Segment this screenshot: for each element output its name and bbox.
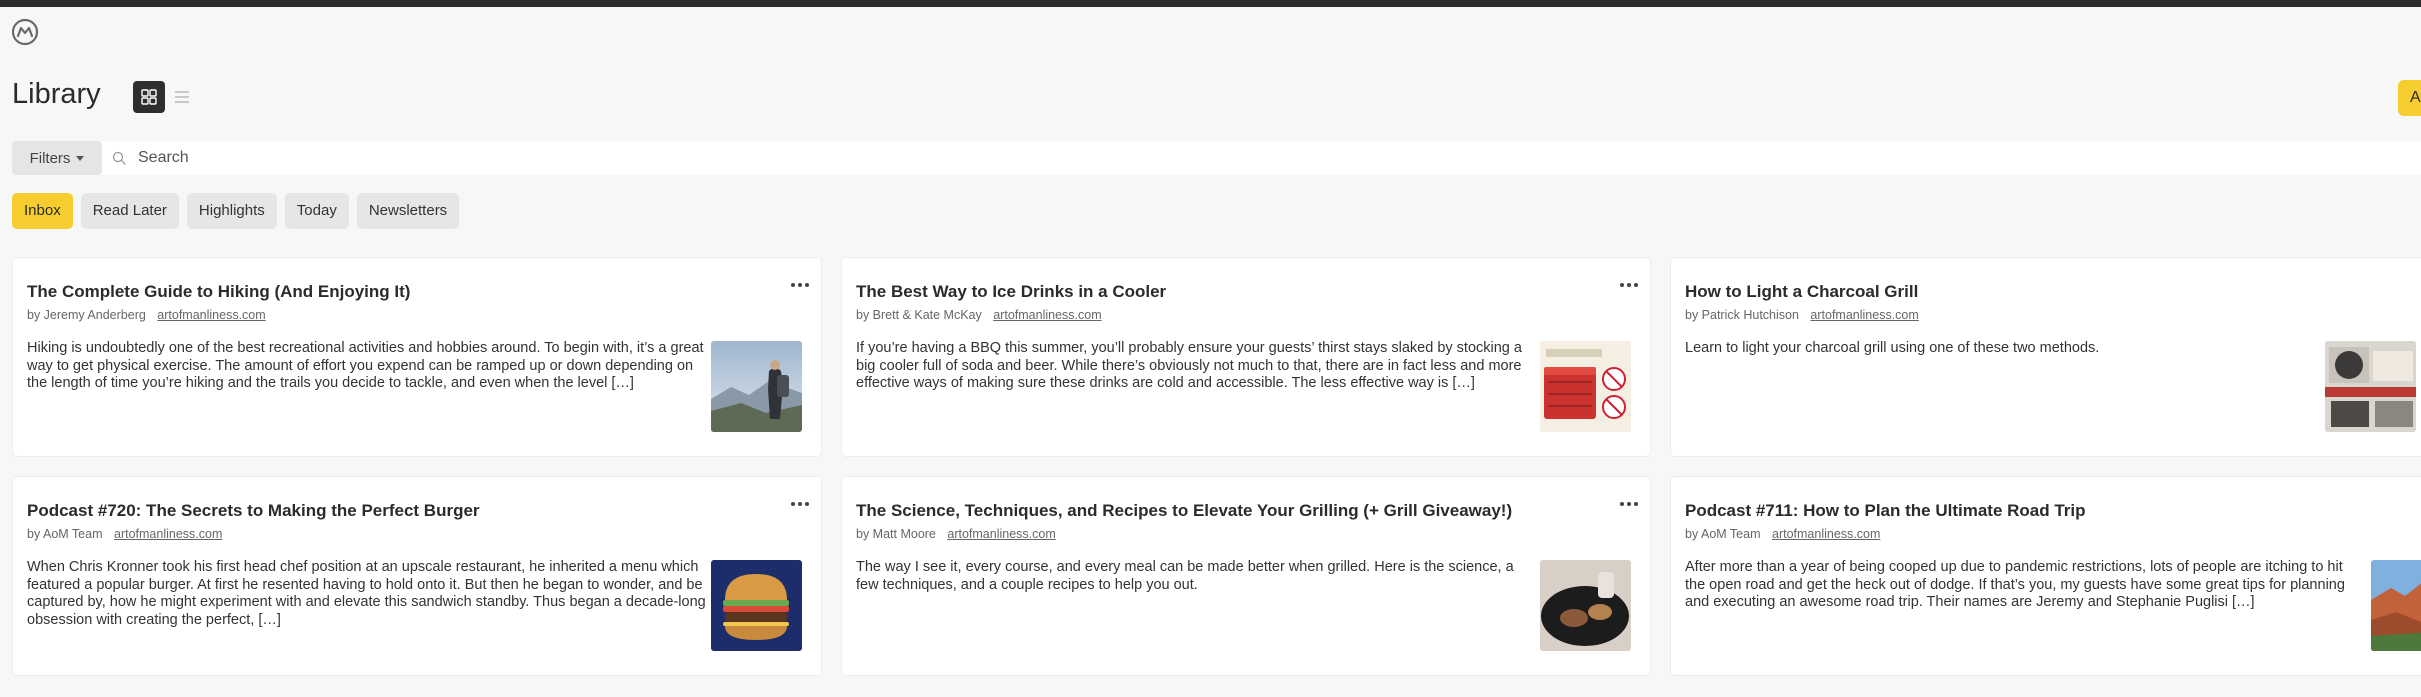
card-meta: by Patrick Hutchison artofmanliness.com [1685,308,1919,322]
card-meta: by Brett & Kate McKay artofmanliness.com [856,308,1102,322]
card-excerpt: After more than a year of being cooped u… [1685,559,2345,610]
add-link-button[interactable]: A [2398,80,2421,116]
card-title[interactable]: How to Light a Charcoal Grill [1685,282,1918,302]
library-card[interactable]: How to Light a Charcoal Grill by Patrick… [1671,258,2421,456]
library-card[interactable]: The Science, Techniques, and Recipes to … [842,477,1650,675]
card-author: by AoM Team [1685,527,1761,541]
charcoal-image [2325,341,2416,432]
card-author: by Brett & Kate McKay [856,308,982,322]
search-bar: Filters [12,141,2421,175]
more-options-icon[interactable] [1620,278,1640,292]
search-icon [112,151,126,165]
cooler-image [1540,341,1631,432]
card-title[interactable]: The Complete Guide to Hiking (And Enjoyi… [27,282,410,302]
burger-image [711,560,802,651]
card-excerpt: Learn to light your charcoal grill using… [1685,340,2100,356]
grid-icon [141,89,157,105]
card-excerpt: Hiking is undoubtedly one of the best re… [27,340,704,391]
card-meta: by Jeremy Anderberg artofmanliness.com [27,308,266,322]
list-icon [175,91,189,103]
more-options-icon[interactable] [791,497,811,511]
canyon-image [2371,560,2421,651]
tab-read-later[interactable]: Read Later [80,193,179,229]
card-author: by Jeremy Anderberg [27,308,146,322]
card-excerpt: When Chris Kronner took his first head c… [27,559,706,628]
tab-today[interactable]: Today [284,193,349,229]
card-author: by AoM Team [27,527,103,541]
card-meta: by AoM Team artofmanliness.com [27,527,222,541]
filters-button[interactable]: Filters [12,141,102,175]
card-title[interactable]: Podcast #720: The Secrets to Making the … [27,501,480,521]
library-card[interactable]: Podcast #720: The Secrets to Making the … [13,477,821,675]
card-domain-link[interactable]: artofmanliness.com [1772,527,1880,541]
card-domain-link[interactable]: artofmanliness.com [1810,308,1918,322]
hiker-image [711,341,802,432]
card-domain-link[interactable]: artofmanliness.com [947,527,1055,541]
card-title[interactable]: The Best Way to Ice Drinks in a Cooler [856,282,1166,302]
card-title[interactable]: Podcast #711: How to Plan the Ultimate R… [1685,501,2086,521]
chevron-down-icon [76,155,85,161]
list-view-button[interactable] [172,87,192,107]
tab-highlights[interactable]: Highlights [186,193,277,229]
more-options-icon[interactable] [1620,497,1640,511]
grill-image [1540,560,1631,651]
card-meta: by AoM Team artofmanliness.com [1685,527,1880,541]
card-meta: by Matt Moore artofmanliness.com [856,527,1056,541]
card-title[interactable]: The Science, Techniques, and Recipes to … [856,501,1512,521]
add-link-label: A [2410,89,2421,106]
more-options-icon[interactable] [791,278,811,292]
library-card[interactable]: Podcast #711: How to Plan the Ultimate R… [1671,477,2421,675]
page-title: Library [12,78,101,110]
filter-tabs: Inbox Read Later Highlights Today Newsle… [12,193,460,229]
library-card[interactable]: The Complete Guide to Hiking (And Enjoyi… [13,258,821,456]
card-excerpt: The way I see it, every course, and ever… [856,559,1514,593]
top-bar [0,0,2421,7]
card-domain-link[interactable]: artofmanliness.com [157,308,265,322]
tab-inbox[interactable]: Inbox [12,193,73,229]
search-input[interactable] [138,144,938,172]
tab-newsletters[interactable]: Newsletters [356,193,460,229]
library-card[interactable]: The Best Way to Ice Drinks in a Cooler b… [842,258,1650,456]
card-domain-link[interactable]: artofmanliness.com [993,308,1101,322]
card-domain-link[interactable]: artofmanliness.com [114,527,222,541]
grid-view-button[interactable] [133,81,165,113]
omnivore-logo-icon[interactable] [11,18,39,46]
filters-label: Filters [29,149,71,167]
card-author: by Patrick Hutchison [1685,308,1799,322]
card-author: by Matt Moore [856,527,936,541]
card-excerpt: If you’re having a BBQ this summer, you’… [856,340,1522,391]
